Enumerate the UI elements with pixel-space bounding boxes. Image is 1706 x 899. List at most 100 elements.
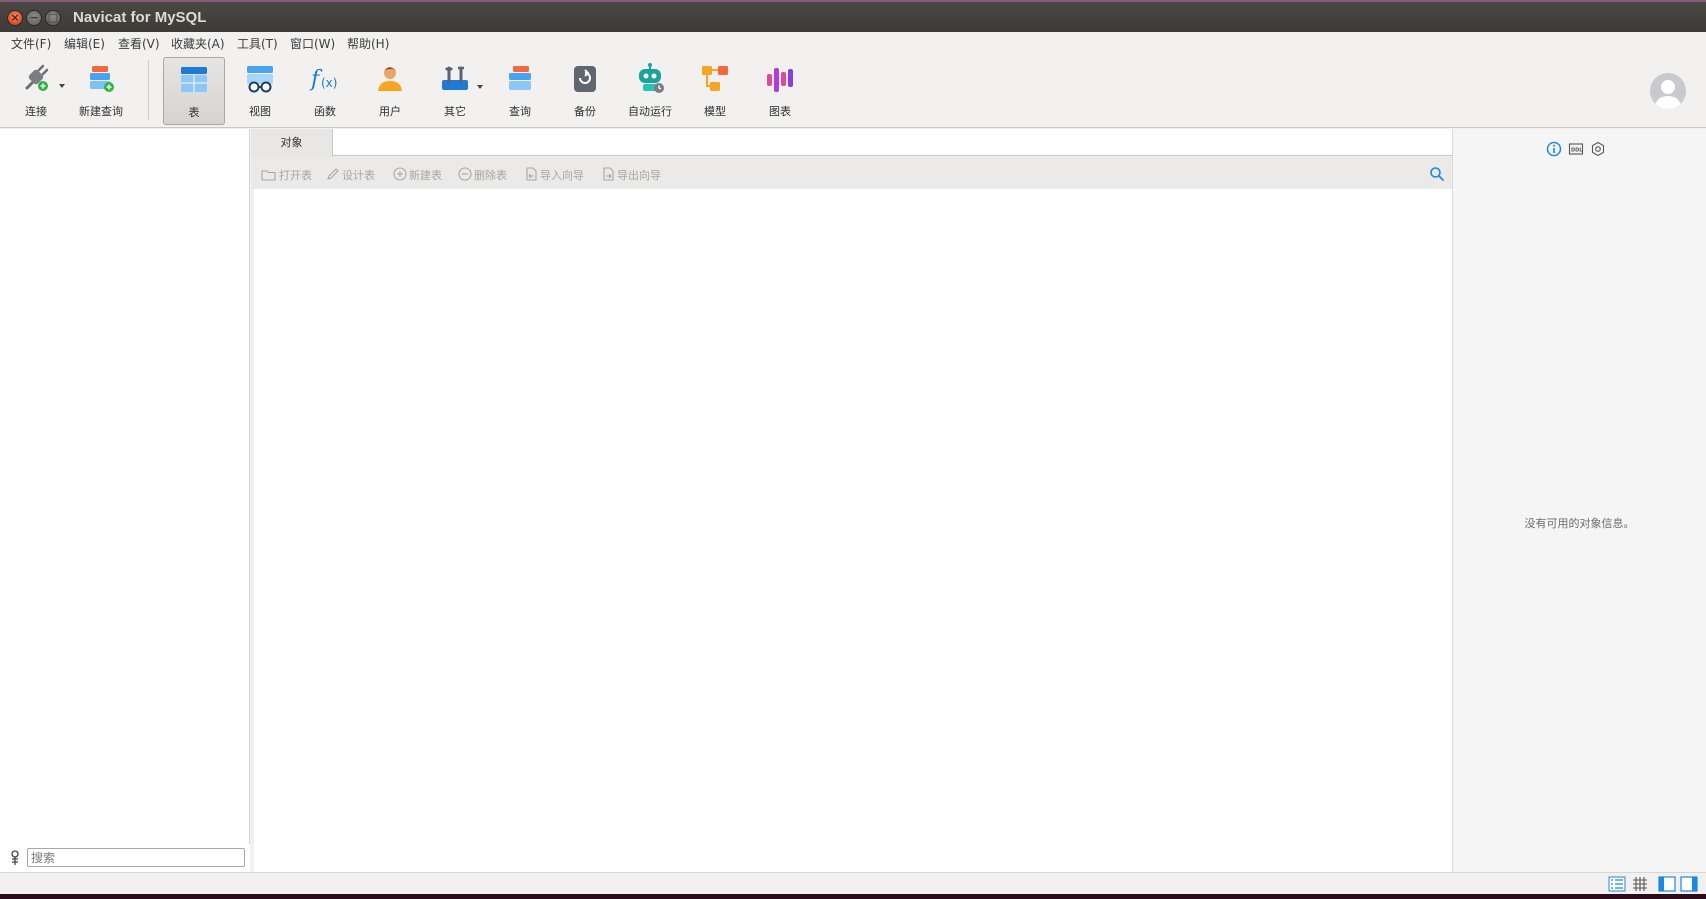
function-icon: f (x) [309,67,337,92]
function-button[interactable]: f (x) 函数 [294,57,356,125]
view-label: 视图 [249,105,271,118]
design-table-button[interactable]: 设计表 [326,167,375,182]
navicat-window: × − □ Navicat for MySQL 文件(F) 编辑(E) 查看(V… [0,0,1706,899]
window-title: Navicat for MySQL [73,9,207,26]
model-label: 模型 [704,105,726,118]
automation-label: 自动运行 [628,105,672,118]
tools-icon [442,66,468,90]
menu-favorites[interactable]: 收藏夹(A) [171,35,225,52]
info-pane: DDL 没有可用的对象信息。 [1452,129,1706,872]
menu-tools[interactable]: 工具(T) [237,35,278,52]
info-tab-preview[interactable] [1590,141,1606,157]
export-wizard-label: 导出向导 [617,169,661,182]
menu-edit[interactable]: 编辑(E) [64,35,105,52]
search-icon[interactable] [1429,166,1445,182]
avatar-icon [1654,80,1682,109]
menu-window[interactable]: 窗口(W) [290,35,335,52]
user-avatar[interactable] [1650,73,1686,109]
import-wizard-button[interactable]: 导入向导 [524,167,584,182]
backup-icon [574,66,596,92]
folder-open-icon [261,170,276,181]
title-bar: × − □ Navicat for MySQL [0,0,1706,32]
plug-icon [25,64,49,91]
object-tab-strip: 对象 [251,129,1452,157]
robot-icon [639,63,664,93]
connect-label: 连接 [25,105,47,118]
menu-view[interactable]: 查看(V) [118,35,160,52]
user-button[interactable]: 用户 [359,57,421,125]
delete-table-button[interactable]: 删除表 [458,167,507,182]
export-wizard-button[interactable]: 导出向导 [601,167,661,182]
query-button[interactable]: 查询 [489,57,551,125]
other-dropdown-icon[interactable] [477,85,483,89]
hexagon-icon [1591,141,1605,157]
toolbar-separator [148,60,149,120]
filter-icon[interactable] [8,850,22,866]
other-label: 其它 [444,105,466,118]
view-icon [247,66,273,93]
other-button[interactable]: 其它 [424,57,486,125]
ddl-icon: DDL [1568,143,1583,155]
table-button[interactable]: 表 [163,57,225,125]
design-table-label: 设计表 [342,169,375,182]
connect-button[interactable]: 连接 [5,57,67,125]
info-tab-general[interactable] [1546,141,1562,157]
user-icon [378,67,402,91]
window-minimize-button[interactable]: − [26,10,42,26]
new-table-button[interactable]: 新建表 [393,167,442,182]
import-wizard-label: 导入向导 [540,169,584,182]
plus-circle-icon [393,167,407,181]
connect-dropdown-icon[interactable] [59,84,65,88]
toggle-left-pane-icon[interactable] [1658,876,1676,892]
chart-label: 图表 [769,105,791,118]
maximize-icon: □ [47,11,59,24]
new-table-label: 新建表 [409,169,442,182]
menu-bar: 文件(F) 编辑(E) 查看(V) 收藏夹(A) 工具(T) 窗口(W) 帮助(… [0,32,1706,54]
left-search-row [0,844,250,872]
connection-tree-pane[interactable] [0,129,250,872]
chart-icon [767,68,793,92]
no-object-info-message: 没有可用的对象信息。 [1524,517,1635,530]
open-table-label: 打开表 [279,169,312,182]
export-icon [603,167,614,181]
chart-button[interactable]: 图表 [749,57,811,125]
search-input[interactable] [27,848,245,867]
minimize-icon: − [29,11,39,24]
open-table-button[interactable]: 打开表 [261,167,312,182]
desktop-background [0,894,1706,899]
window-close-button[interactable]: × [7,10,23,26]
model-button[interactable]: 模型 [684,57,746,125]
backup-label: 备份 [574,105,596,118]
view-button[interactable]: 视图 [229,57,291,125]
backup-button[interactable]: 备份 [554,57,616,125]
pencil-icon [327,168,339,180]
new-query-label: 新建查询 [79,105,123,118]
minus-circle-icon [458,167,472,181]
user-label: 用户 [379,105,401,118]
function-label: 函数 [314,105,336,118]
object-toolbar: 打开表 设计表 新建表 删除表 导入向导 导出向导 [251,157,1452,189]
automation-button[interactable]: 自动运行 [619,57,681,125]
object-pane: 对象 打开表 设计表 新建表 删除表 导入向导 导出向导 [251,129,1452,872]
model-icon [702,66,728,91]
close-icon: × [10,11,20,24]
menu-file[interactable]: 文件(F) [11,35,51,52]
main-toolbar: 连接 新建查询 表 视图 f (x) 函数 用户 其它 查询 备份 自动运行 模… [0,54,1706,128]
menu-help[interactable]: 帮助(H) [347,35,389,52]
delete-table-label: 删除表 [474,169,507,182]
window-maximize-button[interactable]: □ [45,10,61,26]
new-query-button[interactable]: 新建查询 [70,57,132,125]
tab-objects[interactable]: 对象 [251,129,333,157]
import-icon [526,167,537,181]
table-icon [181,67,207,92]
object-list[interactable] [254,189,1452,872]
svg-text:(x): (x) [321,76,337,90]
info-tab-ddl[interactable]: DDL [1568,141,1584,157]
list-view-icon[interactable] [1608,876,1626,892]
svg-text:DDL: DDL [1571,148,1583,154]
toggle-right-pane-icon[interactable] [1680,876,1698,892]
status-bar [0,872,1706,894]
table-label: 表 [188,106,200,119]
grid-view-icon[interactable] [1631,876,1649,892]
info-icon [1546,141,1562,157]
